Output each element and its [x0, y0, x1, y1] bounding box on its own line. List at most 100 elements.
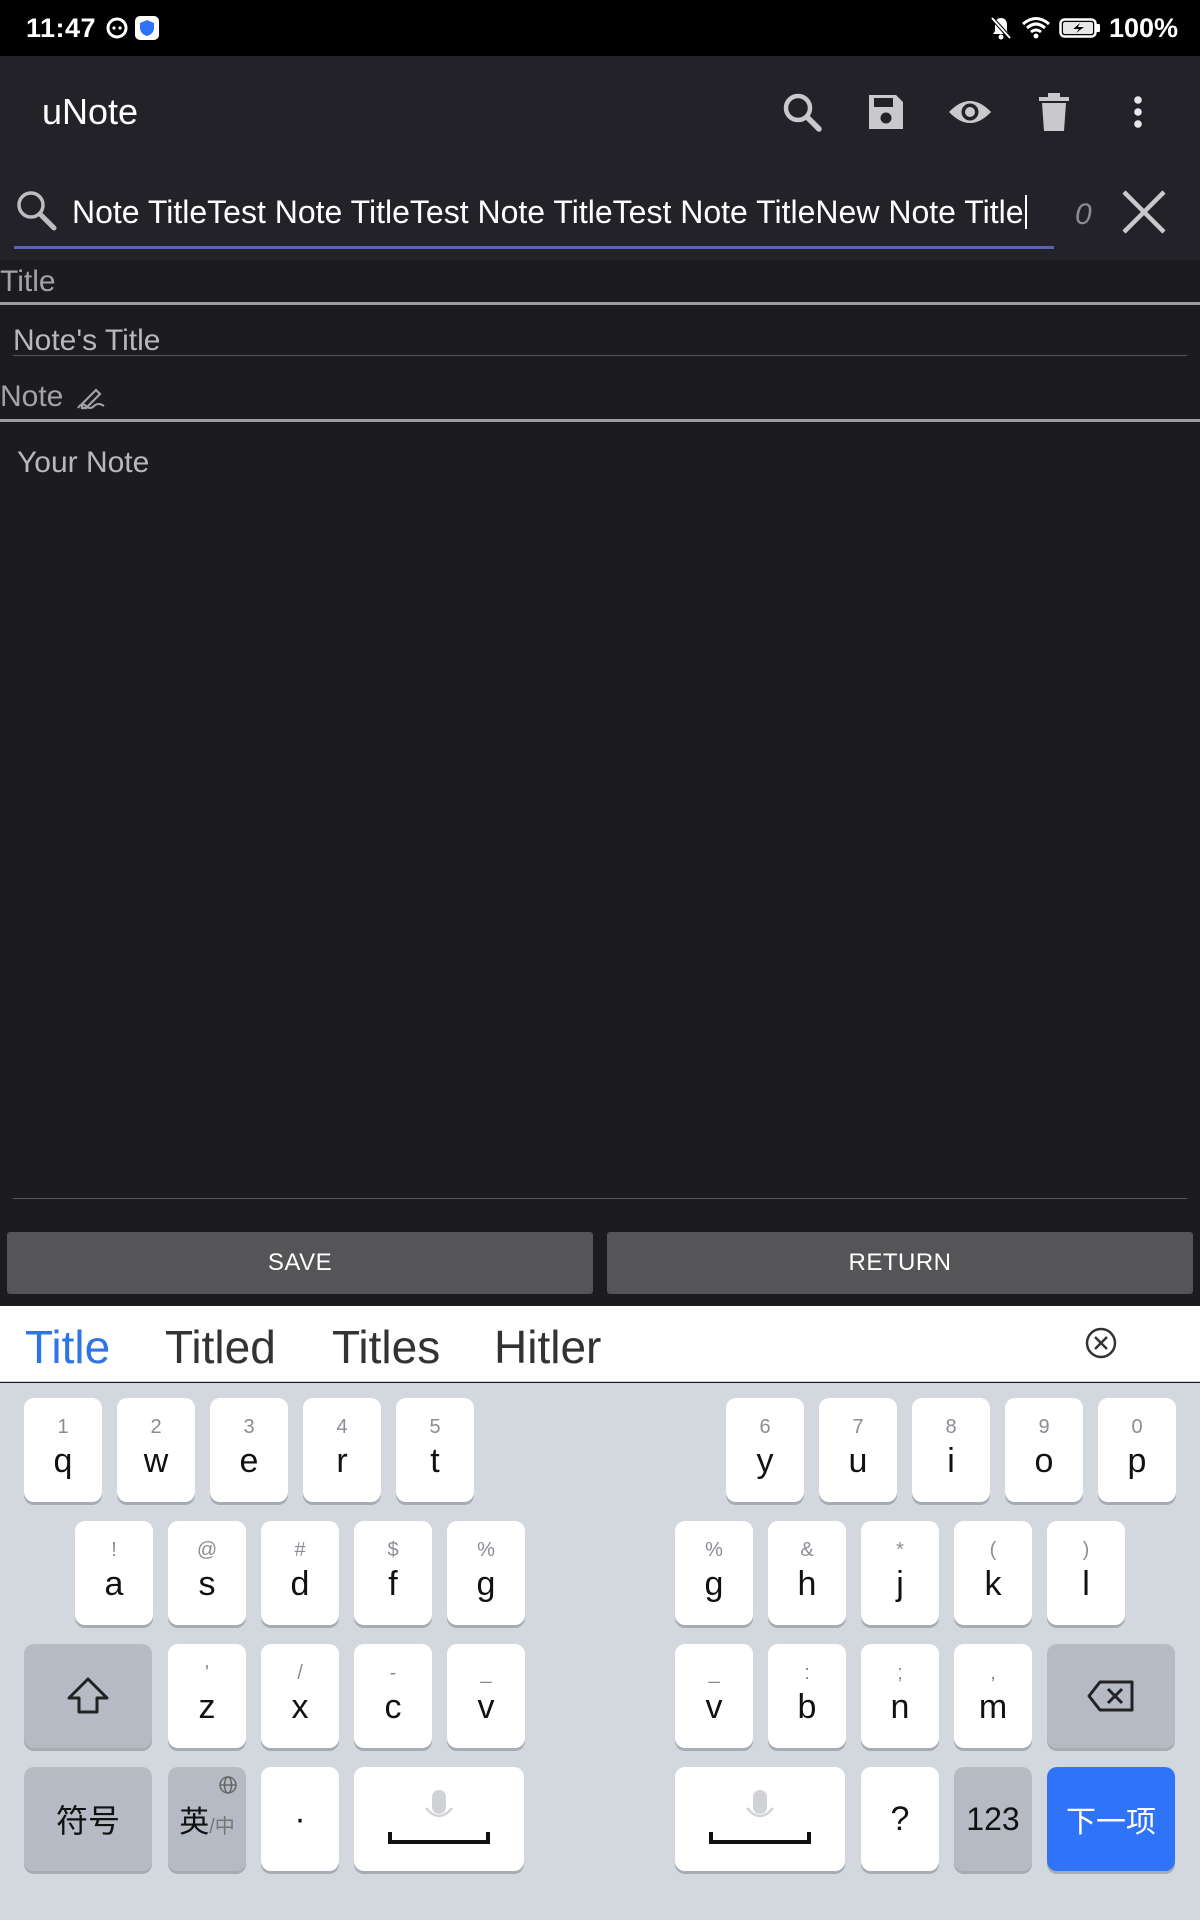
- suggestion-item[interactable]: Hitler: [494, 1320, 601, 1374]
- letter-key[interactable]: ) l: [1047, 1521, 1125, 1625]
- letter-key[interactable]: % g: [675, 1521, 753, 1625]
- key-hint: _: [480, 1662, 492, 1684]
- symbols-key[interactable]: 符号: [24, 1767, 152, 1871]
- return-button[interactable]: RETURN: [607, 1232, 1193, 1294]
- backspace-key[interactable]: [1047, 1644, 1175, 1748]
- letter-key[interactable]: ; n: [861, 1644, 939, 1748]
- letter-key[interactable]: 8i: [912, 1398, 990, 1502]
- key-letter: u: [848, 1441, 868, 1480]
- letter-key[interactable]: 1q: [24, 1398, 102, 1502]
- key-letter: z: [198, 1687, 216, 1726]
- letter-key[interactable]: _ v: [675, 1644, 753, 1748]
- save-button[interactable]: [844, 70, 928, 154]
- key-letter: m: [978, 1687, 1008, 1726]
- suggestion-item[interactable]: Titled: [165, 1320, 276, 1374]
- search-input[interactable]: Note TitleTest Note TitleTest Note Title…: [72, 194, 1027, 231]
- letter-key[interactable]: & h: [768, 1521, 846, 1625]
- key-letter: e: [239, 1441, 259, 1480]
- search-icon: [783, 93, 822, 132]
- search-match-count: 0: [1075, 198, 1092, 231]
- more-options-button[interactable]: [1096, 70, 1180, 154]
- note-field[interactable]: Your Note: [0, 426, 1200, 1206]
- eye-icon: [949, 101, 991, 123]
- letter-key[interactable]: 5t: [396, 1398, 474, 1502]
- delete-icon: [1039, 93, 1069, 131]
- letter-key[interactable]: _ v: [447, 1644, 525, 1748]
- note-divider: [0, 419, 1200, 422]
- key-hint: 4: [336, 1416, 348, 1438]
- search-button[interactable]: [760, 70, 844, 154]
- letter-key[interactable]: ! a: [75, 1521, 153, 1625]
- shift-icon: [67, 1677, 109, 1714]
- space-key-left[interactable]: [354, 1767, 524, 1871]
- space-key-right[interactable]: [675, 1767, 845, 1871]
- key-hint: ': [205, 1662, 209, 1684]
- key-hint: $: [387, 1539, 399, 1561]
- key-letter: l: [1082, 1564, 1090, 1603]
- key-hint: 6: [759, 1416, 771, 1438]
- note-placeholder: Your Note: [17, 446, 150, 479]
- letter-key[interactable]: 2w: [117, 1398, 195, 1502]
- key-hint: (: [989, 1539, 997, 1561]
- next-key-label: 下一项: [1066, 1806, 1156, 1839]
- question-key[interactable]: ?: [861, 1767, 939, 1871]
- letter-key[interactable]: 0p: [1098, 1398, 1176, 1502]
- signature-pen-icon: [76, 388, 105, 410]
- delete-button[interactable]: [1012, 70, 1096, 154]
- letter-key[interactable]: 6y: [726, 1398, 804, 1502]
- note-label: Note: [0, 380, 106, 414]
- close-icon: [1122, 190, 1166, 234]
- letter-key[interactable]: (k: [954, 1521, 1032, 1625]
- key-hint: &: [800, 1539, 814, 1561]
- letter-key[interactable]: / x: [261, 1644, 339, 1748]
- letter-key[interactable]: -c: [354, 1644, 432, 1748]
- save-note-button[interactable]: SAVE: [7, 1232, 593, 1294]
- title-placeholder: Note's Title: [13, 324, 161, 357]
- title-field[interactable]: Note's Title: [0, 310, 1200, 360]
- key-hint: 7: [852, 1416, 864, 1438]
- key-hint: ;: [897, 1662, 903, 1684]
- letter-key[interactable]: # d: [261, 1521, 339, 1625]
- key-hint: @: [196, 1539, 218, 1561]
- letter-key[interactable]: 4r: [303, 1398, 381, 1502]
- space-mic-icon: [388, 1790, 490, 1844]
- letter-key[interactable]: % g: [447, 1521, 525, 1625]
- numbers-key[interactable]: 123: [954, 1767, 1032, 1871]
- letter-key[interactable]: ' z: [168, 1644, 246, 1748]
- letter-key[interactable]: 7u: [819, 1398, 897, 1502]
- close-search-button[interactable]: [1118, 186, 1170, 243]
- key-hint: :: [804, 1662, 810, 1684]
- letter-key[interactable]: :b: [768, 1644, 846, 1748]
- key-hint: 1: [57, 1416, 69, 1438]
- space-mic-icon: [709, 1790, 811, 1844]
- suggestion-item[interactable]: Title: [25, 1320, 110, 1374]
- suggestion-item[interactable]: Titles: [332, 1320, 440, 1374]
- keyboard-suggestion-bar: Title Titled Titles Hitler: [0, 1306, 1200, 1382]
- search-input-underline: [14, 246, 1054, 249]
- preview-button[interactable]: [928, 70, 1012, 154]
- key-letter: g: [476, 1564, 496, 1603]
- key-hint: ): [1082, 1539, 1090, 1561]
- letter-key[interactable]: $ f: [354, 1521, 432, 1625]
- letter-key[interactable]: * j: [861, 1521, 939, 1625]
- language-key-label: 英: [179, 1806, 210, 1839]
- letter-key[interactable]: @ s: [168, 1521, 246, 1625]
- app-bar-actions: [760, 56, 1180, 168]
- letter-key[interactable]: ,m: [954, 1644, 1032, 1748]
- question-key-label: ?: [890, 1799, 910, 1838]
- letter-key[interactable]: 9o: [1005, 1398, 1083, 1502]
- next-key[interactable]: 下一项: [1047, 1767, 1175, 1871]
- language-switch-key[interactable]: 英/中: [168, 1767, 246, 1871]
- shift-key[interactable]: [24, 1644, 152, 1748]
- app-bar: uNote: [0, 56, 1200, 168]
- numbers-key-label: 123: [966, 1800, 1020, 1837]
- dismiss-suggestions-button[interactable]: [1084, 1326, 1118, 1365]
- letter-key[interactable]: 3e: [210, 1398, 288, 1502]
- key-letter: c: [384, 1687, 402, 1726]
- dot-key[interactable]: ·: [261, 1767, 339, 1871]
- key-letter: r: [336, 1441, 348, 1480]
- key-hint: !: [111, 1539, 117, 1561]
- key-letter: k: [984, 1564, 1002, 1603]
- key-letter: t: [430, 1441, 440, 1480]
- key-letter: q: [53, 1441, 73, 1480]
